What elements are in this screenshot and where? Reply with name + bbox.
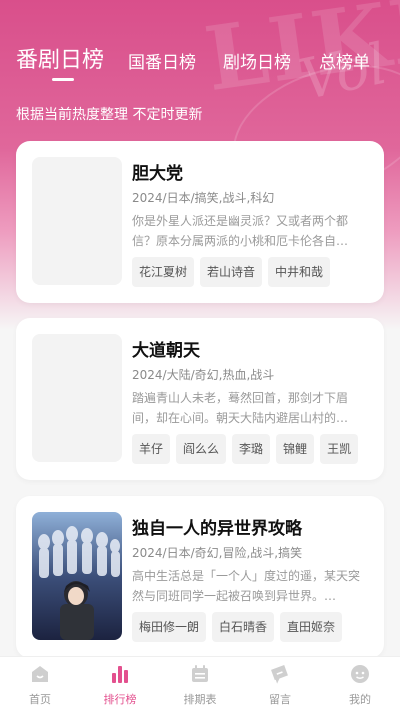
tab-domestic-daily[interactable]: 国番日榜	[128, 48, 196, 73]
cast-tag[interactable]: 直田姬奈	[280, 612, 343, 642]
tab-anime-daily[interactable]: 番剧日榜	[16, 42, 104, 74]
calendar-icon	[192, 665, 208, 682]
anime-title: 大道朝天	[132, 341, 200, 361]
nav-profile[interactable]: 我的	[320, 657, 400, 712]
nav-label: 首页	[29, 693, 51, 706]
anime-card[interactable]: 大道朝天 2024/大陆/奇幻,热血,战斗 踏遍青山人未老，蓦然回首，那剑才下眉…	[16, 318, 384, 480]
message-icon	[271, 665, 288, 684]
profile-icon	[351, 665, 369, 683]
nav-home[interactable]: 首页	[0, 657, 80, 712]
cast-tags: 梅田修一朗 白石晴香 直田姬奈	[132, 612, 343, 642]
ranking-icon	[112, 666, 128, 683]
cast-tags: 羊仔 阎么么 李璐 锦鲤 王凯	[132, 434, 359, 464]
poster-illustration	[32, 512, 122, 640]
cast-tag[interactable]: 锦鲤	[276, 434, 315, 464]
nav-ranking[interactable]: 排行榜	[80, 657, 160, 712]
anime-description: 踏遍青山人未老，蓦然回首，那剑才下眉间，却在心间。朝天大陆内避居山村的…	[132, 391, 349, 425]
anime-meta: 2024/日本/搞笑,战斗,科幻	[132, 191, 275, 205]
tab-theater-daily[interactable]: 剧场日榜	[223, 48, 291, 73]
ranking-subtitle: 根据当前热度整理 不定时更新	[16, 107, 203, 123]
anime-meta: 2024/日本/奇幻,冒险,战斗,搞笑	[132, 546, 303, 560]
cast-tag[interactable]: 若山诗音	[200, 257, 263, 287]
tab-overall[interactable]: 总榜单	[319, 48, 370, 73]
cast-tag[interactable]: 中井和哉	[268, 257, 331, 287]
nav-label: 留言	[269, 693, 291, 706]
cast-tags: 花江夏树 若山诗音 中井和哉	[132, 257, 331, 287]
anime-title: 独自一人的异世界攻略	[132, 519, 302, 539]
nav-label: 排期表	[183, 693, 217, 706]
bottom-navigation: 首页 排行榜 排期表 留言 我的	[0, 656, 400, 712]
poster-image	[32, 512, 122, 640]
anime-meta: 2024/大陆/奇幻,热血,战斗	[132, 368, 275, 382]
anime-card[interactable]: 胆大党 2024/日本/搞笑,战斗,科幻 你是外星人派还是幽灵派？又或者两个都信…	[16, 141, 384, 303]
cast-tag[interactable]: 阎么么	[176, 434, 227, 464]
active-tab-indicator	[52, 78, 74, 81]
home-icon	[32, 666, 48, 682]
anime-title: 胆大党	[132, 164, 183, 184]
nav-schedule[interactable]: 排期表	[160, 657, 240, 712]
cast-tag[interactable]: 李璐	[232, 434, 271, 464]
nav-label: 排行榜	[103, 693, 137, 706]
nav-label: 我的	[349, 693, 371, 706]
nav-messages[interactable]: 留言	[240, 657, 320, 712]
anime-card[interactable]: 独自一人的异世界攻略 2024/日本/奇幻,冒险,战斗,搞笑 高中生活总是「一个…	[16, 496, 384, 658]
poster-placeholder	[32, 334, 122, 462]
cast-tag[interactable]: 花江夏树	[132, 257, 195, 287]
cast-tag[interactable]: 羊仔	[132, 434, 171, 464]
cast-tag[interactable]: 梅田修一朗	[132, 612, 207, 642]
ranking-tabs: 番剧日榜 国番日榜 剧场日榜 总榜单	[0, 38, 400, 88]
cast-tag[interactable]: 白石晴香	[212, 612, 275, 642]
anime-description: 高中生活总是「一个人」度过的遥，某天突然与同班同学一起被召唤到异世界。…	[132, 569, 361, 603]
cast-tag[interactable]: 王凯	[320, 434, 359, 464]
anime-description: 你是外星人派还是幽灵派？又或者两个都信？原本分属两派的小桃和厄卡伦各自…	[132, 214, 349, 248]
poster-placeholder	[32, 157, 122, 285]
